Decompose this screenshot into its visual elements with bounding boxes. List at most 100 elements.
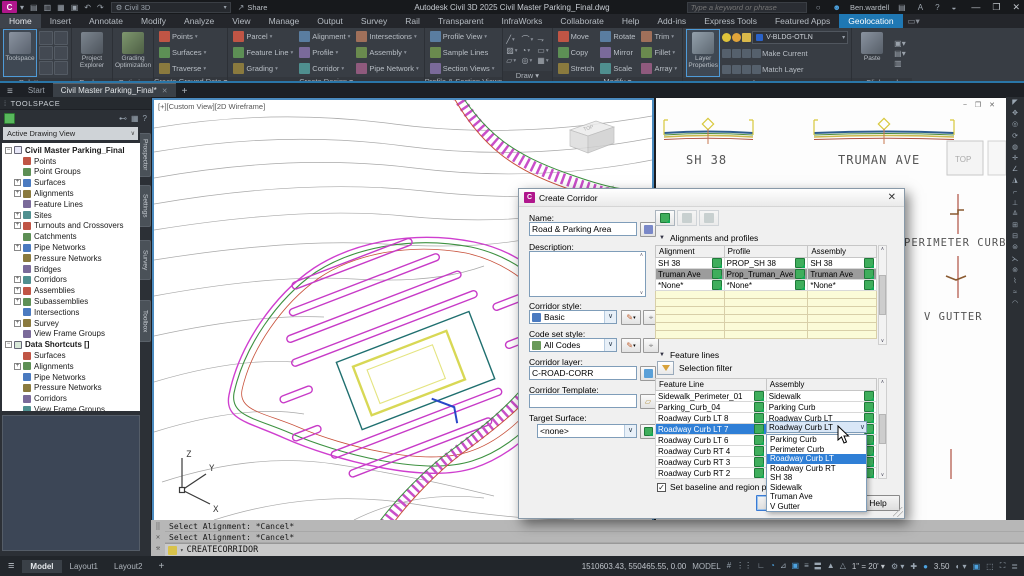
target-surface-dropdown[interactable]: <none> [537, 424, 637, 438]
template-browse-button[interactable]: ▱ [640, 394, 656, 409]
tree-item-alignments[interactable]: +Alignments [2, 188, 140, 199]
tree-item-pipe-networks[interactable]: +Pipe Networks [2, 242, 140, 253]
dialog-title-bar[interactable]: C Create Corridor ✕ [519, 189, 904, 207]
layer-walk-icon[interactable] [742, 65, 751, 74]
ribbon-item-move[interactable]: Move [556, 29, 597, 44]
assembly-incell-combo[interactable]: Roadway Curb LT [766, 421, 867, 433]
copy-base-icon[interactable]: ▥ [894, 59, 906, 68]
assembly-option[interactable]: Sidewalk [767, 483, 866, 493]
pick-icon[interactable] [864, 258, 874, 268]
tree-expand-icon[interactable]: + [14, 276, 21, 283]
tree-item-pressure-networks[interactable]: Pressure Networks [2, 383, 140, 394]
station-offset-icon[interactable]: ⊥ [1012, 200, 1018, 207]
new-drawing-tab-button[interactable]: + [176, 86, 194, 97]
tree-expand-icon[interactable]: + [14, 190, 21, 197]
assembly-option[interactable]: Roadway Curb RT [767, 464, 866, 474]
command-customize-icon[interactable]: ⣿ [155, 522, 160, 530]
corridor-template-input[interactable] [529, 394, 637, 408]
profile-tool-icon[interactable]: ≙ [1012, 211, 1018, 218]
target-surface-pick-button[interactable] [640, 424, 656, 439]
help-icon[interactable]: ? [935, 3, 939, 12]
match-length-icon[interactable]: ≈ [1013, 289, 1017, 296]
ribbon-item-sample-lines[interactable]: Sample Lines [428, 45, 497, 60]
tab-current-drawing[interactable]: Civil Master Parking_Final*✕ [53, 83, 176, 97]
side-shot-icon[interactable]: ⋋ [1012, 256, 1019, 263]
layout-tab-layout1[interactable]: Layout1 [62, 560, 106, 573]
contextual-tab-icon[interactable]: ▭▾ [903, 14, 925, 28]
code-set-dropdown[interactable]: All Codes [529, 338, 617, 352]
corridor-layer-input[interactable]: C-ROAD-CORR [529, 366, 637, 380]
autodesk-account-icon[interactable]: A [918, 3, 923, 12]
layer-unisolate-icon[interactable] [732, 49, 741, 58]
layer-on-icon[interactable] [722, 33, 731, 42]
add-region-button[interactable] [677, 210, 697, 226]
command-wrench-icon[interactable]: ⚒ [156, 544, 160, 552]
alignment-empty-row[interactable] [656, 307, 877, 315]
ribbon-item-parcel[interactable]: Parcel▾ [231, 29, 295, 44]
ribbon-tab-modify[interactable]: Modify [132, 14, 175, 28]
tool-palettes-icon[interactable] [54, 46, 68, 60]
ellipse-tool[interactable]: ◎▾ [522, 56, 534, 65]
layout-tab-layout2[interactable]: Layout2 [106, 560, 150, 573]
ribbon-tab-collaborate[interactable]: Collaborate [551, 14, 612, 28]
pick-icon[interactable] [795, 280, 805, 290]
tree-item-intersections[interactable]: Intersections [2, 307, 140, 318]
ribbon-tab-featured-apps[interactable]: Featured Apps [766, 14, 839, 28]
feature-row[interactable]: Parking_Curb_04Parking Curb [656, 402, 877, 413]
pick-icon[interactable] [712, 269, 722, 279]
pick-icon[interactable] [754, 424, 764, 434]
ribbon-item-profile-view[interactable]: Profile View▾ [428, 29, 497, 44]
annotation-scale-control[interactable]: 1" = 20' ▾ [852, 562, 885, 571]
workspace-gear-icon[interactable]: ⚙ ▾ [891, 562, 904, 571]
panorama-palette-icon[interactable] [54, 31, 68, 45]
pick-icon[interactable] [864, 391, 874, 401]
new-layout-button[interactable]: + [150, 561, 172, 572]
collapse-icon[interactable]: ▼ [659, 235, 665, 241]
length-slope-icon[interactable]: ⌇ [1013, 278, 1016, 285]
table-tool[interactable]: ▦▾ [537, 56, 548, 65]
ribbon-item-pipe-network[interactable]: Pipe Network▾ [354, 61, 420, 76]
alignment-row[interactable]: Truman AveProp_Truman_AveTruman Ave [656, 269, 877, 280]
toolspace-button[interactable]: Toolspace [3, 29, 37, 77]
pick-icon[interactable] [754, 402, 764, 412]
app-logo[interactable]: C [2, 1, 17, 13]
open-icon[interactable]: ▥ [44, 3, 52, 12]
assembly-dropdown-list[interactable]: Parking CurbPerimeter CurbRoadway Curb L… [766, 434, 867, 512]
tree-item-pressure-networks[interactable]: Pressure Networks [2, 253, 140, 264]
ribbon-tab-insert[interactable]: Insert [41, 14, 80, 28]
layer-off-icon[interactable] [752, 49, 761, 58]
alignment-empty-row[interactable] [656, 291, 877, 299]
description-textarea[interactable] [529, 251, 646, 297]
side-tab-prospector[interactable]: Prospector [140, 133, 151, 177]
tree-item-view-frame-groups[interactable]: View Frame Groups [2, 404, 140, 411]
pick-icon[interactable] [754, 435, 764, 445]
hardware-acceleration-icon[interactable]: ● [923, 562, 928, 571]
copy-clip-icon[interactable]: ▣▾ [894, 39, 906, 48]
description-scrollbar[interactable]: ∧∨ [637, 252, 646, 296]
palette-grip-icon[interactable]: ⁞ [4, 99, 7, 108]
tree-item-corridors[interactable]: Corridors [2, 393, 140, 404]
tree-item-subassemblies[interactable]: +Subassemblies [2, 296, 140, 307]
minimize-button[interactable]: — [971, 2, 980, 12]
ribbon-item-trim[interactable]: Trim▾ [639, 29, 679, 44]
assembly-option[interactable]: SH 38 [767, 473, 866, 483]
tree-root-0[interactable]: −Civil Master Parking_Final [2, 145, 140, 156]
assembly-option[interactable]: Parking Curb [767, 435, 866, 445]
layer-thaw-icon[interactable] [732, 33, 741, 42]
command-input[interactable]: ▾ CREATECORRIDOR [165, 543, 1024, 556]
ribbon-item-profile[interactable]: Profile▾ [297, 45, 352, 60]
pick-icon[interactable] [754, 457, 764, 467]
polygon-tool[interactable]: ▱▾ [506, 56, 517, 65]
object-snap-tracking-icon[interactable]: ≡ [804, 561, 809, 572]
tree-item-pipe-networks[interactable]: Pipe Networks [2, 372, 140, 383]
bearing-icon[interactable]: ◮ [1012, 177, 1017, 184]
tree-expand-icon[interactable]: + [14, 320, 21, 327]
pick-icon[interactable] [864, 269, 874, 279]
new-icon[interactable]: ▤ [30, 3, 38, 12]
pick-icon[interactable] [795, 258, 805, 268]
orbit-tool-icon[interactable]: ⟳ [1012, 133, 1018, 140]
add-baseline-button[interactable] [655, 210, 675, 226]
tree-item-point-groups[interactable]: Point Groups [2, 167, 140, 178]
ribbon-item-scale[interactable]: Scale [598, 61, 637, 76]
feature-row[interactable]: Sidewalk_Perimeter_01Sidewalk [656, 391, 877, 402]
